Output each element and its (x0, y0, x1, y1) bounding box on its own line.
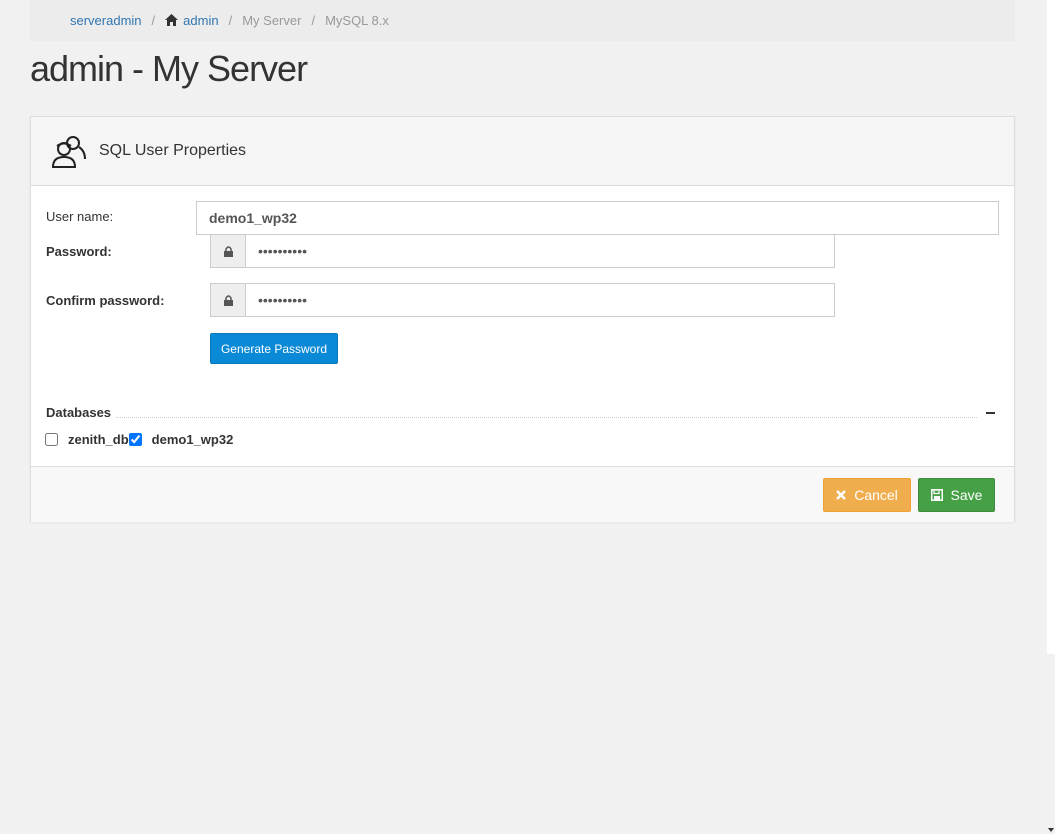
password-label: Password: (46, 244, 112, 259)
save-button[interactable]: Save (918, 478, 995, 512)
breadcrumb-separator: / (151, 13, 156, 28)
panel-footer: Cancel Save (31, 466, 1014, 522)
generate-password-button[interactable]: Generate Password (210, 333, 338, 364)
panel-title: SQL User Properties (99, 142, 247, 159)
save-label: Save (950, 487, 983, 503)
breadcrumb-mysql: MySQL 8.x (325, 13, 389, 28)
collapse-icon[interactable] (986, 412, 995, 414)
breadcrumb-admin[interactable]: admin (165, 13, 219, 28)
databases-divider (116, 417, 977, 418)
database-list: zenith_db demo1_wp32 (45, 432, 233, 447)
databases-legend: Databases (46, 405, 112, 420)
breadcrumb-serveradmin[interactable]: serveradmin (70, 13, 142, 28)
username-input[interactable] (196, 201, 999, 235)
close-icon (836, 490, 847, 500)
sql-user-panel: SQL User Properties User name: Password:… (30, 116, 1015, 522)
cancel-label: Cancel (854, 487, 898, 503)
confirm-password-group (210, 283, 835, 317)
home-icon (165, 14, 179, 26)
lock-icon (210, 234, 245, 268)
password-input[interactable] (245, 234, 835, 268)
breadcrumb-admin-label: admin (183, 13, 219, 28)
username-label: User name: (46, 209, 114, 224)
cancel-button[interactable]: Cancel (823, 478, 911, 512)
breadcrumb-separator: / (228, 13, 233, 28)
breadcrumb-separator: / (311, 13, 316, 28)
page-title: admin - My Server (30, 48, 308, 89)
users-icon (51, 136, 86, 168)
panel-header: SQL User Properties (31, 117, 1014, 186)
password-group (210, 234, 835, 268)
confirm-password-input[interactable] (245, 283, 835, 317)
database-label: zenith_db (68, 432, 129, 447)
scroll-down-icon[interactable] (1047, 826, 1055, 834)
database-checkbox-zenith-db[interactable] (45, 433, 58, 446)
scrollbar[interactable] (1047, 0, 1055, 654)
confirm-password-label: Confirm password: (46, 293, 165, 308)
breadcrumb-my-server: My Server (242, 13, 302, 28)
database-checkbox-demo1-wp32[interactable] (128, 433, 142, 446)
database-label: demo1_wp32 (151, 432, 234, 447)
breadcrumb: serveradmin / admin / My Server / MySQL … (30, 0, 1015, 41)
floppy-icon (930, 489, 943, 501)
lock-icon (210, 283, 245, 317)
